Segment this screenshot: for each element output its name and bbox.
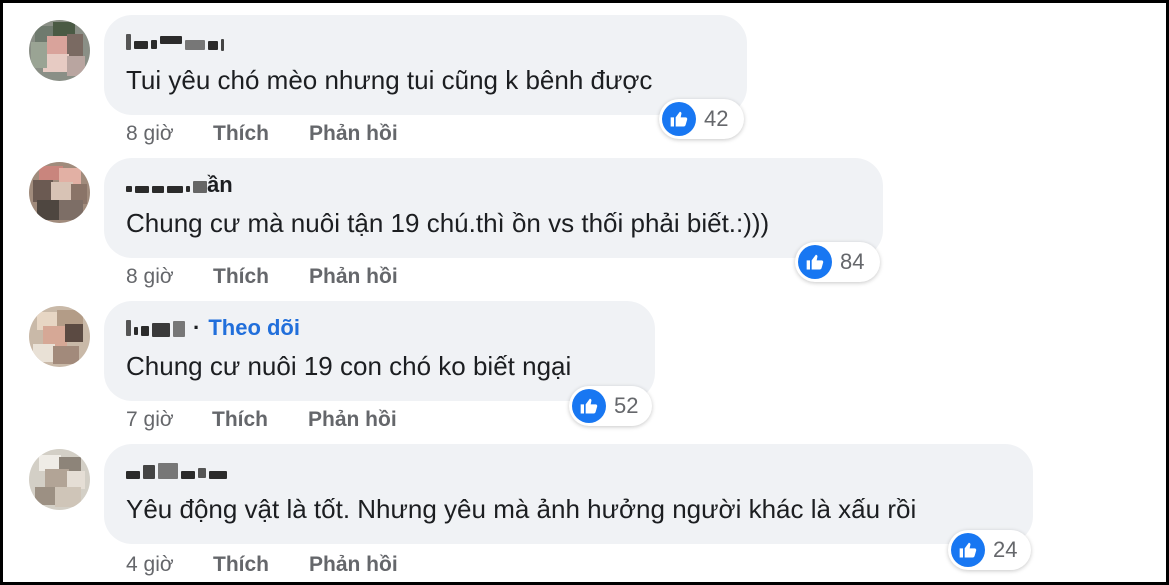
author-name-visible: ần: [207, 172, 233, 197]
comment-bubble: Yêu động vật là tốt. Nhưng yêu mà ảnh hư…: [104, 444, 1033, 544]
comment-actions: 7 giờ Thích Phản hồi: [126, 406, 397, 434]
like-button[interactable]: Thích: [213, 265, 309, 289]
redacted-name: [126, 460, 227, 482]
reply-button[interactable]: Phản hồi: [309, 122, 398, 146]
comment-bubble: · Theo dõi Chung cư nuôi 19 con chó ko b…: [104, 301, 655, 401]
separator-dot: ·: [193, 315, 201, 340]
follow-button[interactable]: Theo dõi: [208, 315, 300, 341]
comment-text: Chung cư mà nuôi tận 19 chú.thì ồn vs th…: [126, 208, 770, 238]
thumbs-up-icon: [798, 245, 832, 279]
thumbs-up-icon: [662, 102, 696, 136]
reply-button[interactable]: Phản hồi: [309, 265, 398, 289]
avatar[interactable]: [29, 449, 90, 510]
reaction-badge[interactable]: 42: [659, 99, 744, 139]
author-name[interactable]: · Theo dõi: [126, 315, 300, 341]
comment-time[interactable]: 8 giờ: [126, 265, 213, 289]
author-name[interactable]: ần: [126, 172, 233, 198]
comment-thread: Tui yêu chó mèo nhưng tui cũng k bênh đư…: [0, 0, 1169, 585]
comment-text: Tui yêu chó mèo nhưng tui cũng k bênh đư…: [126, 65, 653, 95]
avatar[interactable]: [29, 162, 90, 223]
reaction-count: 52: [614, 393, 639, 418]
reply-button[interactable]: Phản hồi: [309, 553, 398, 577]
comment-bubble: ần Chung cư mà nuôi tận 19 chú.thì ồn vs…: [104, 158, 883, 258]
author-name[interactable]: [126, 458, 227, 484]
reaction-badge[interactable]: 24: [948, 530, 1031, 570]
comment-actions: 8 giờ Thích Phản hồi: [126, 120, 398, 148]
like-button[interactable]: Thích: [213, 553, 309, 577]
thumbs-up-icon: [572, 389, 606, 423]
reaction-count: 84: [840, 249, 865, 274]
reaction-count: 24: [993, 537, 1018, 562]
avatar[interactable]: [29, 306, 90, 367]
redacted-name: [126, 174, 207, 196]
comment-text: Chung cư nuôi 19 con chó ko biết ngại: [126, 351, 572, 381]
comment-actions: 8 giờ Thích Phản hồi: [126, 263, 398, 291]
comment-time[interactable]: 8 giờ: [126, 122, 213, 146]
redacted-name: [126, 317, 185, 339]
redacted-name: [126, 31, 224, 53]
reaction-count: 42: [704, 106, 729, 131]
comment-time[interactable]: 7 giờ: [126, 408, 212, 432]
reply-button[interactable]: Phản hồi: [308, 408, 397, 432]
reaction-badge[interactable]: 84: [795, 242, 880, 282]
comment-time[interactable]: 4 giờ: [126, 553, 213, 577]
like-button[interactable]: Thích: [212, 408, 308, 432]
comment-actions: 4 giờ Thích Phản hồi: [126, 551, 398, 579]
reaction-badge[interactable]: 52: [569, 386, 652, 426]
avatar[interactable]: [29, 20, 90, 81]
thumbs-up-icon: [951, 533, 985, 567]
comment-text: Yêu động vật là tốt. Nhưng yêu mà ảnh hư…: [126, 494, 917, 524]
comment-bubble: Tui yêu chó mèo nhưng tui cũng k bênh đư…: [104, 15, 747, 115]
author-name[interactable]: [126, 29, 224, 55]
like-button[interactable]: Thích: [213, 122, 309, 146]
